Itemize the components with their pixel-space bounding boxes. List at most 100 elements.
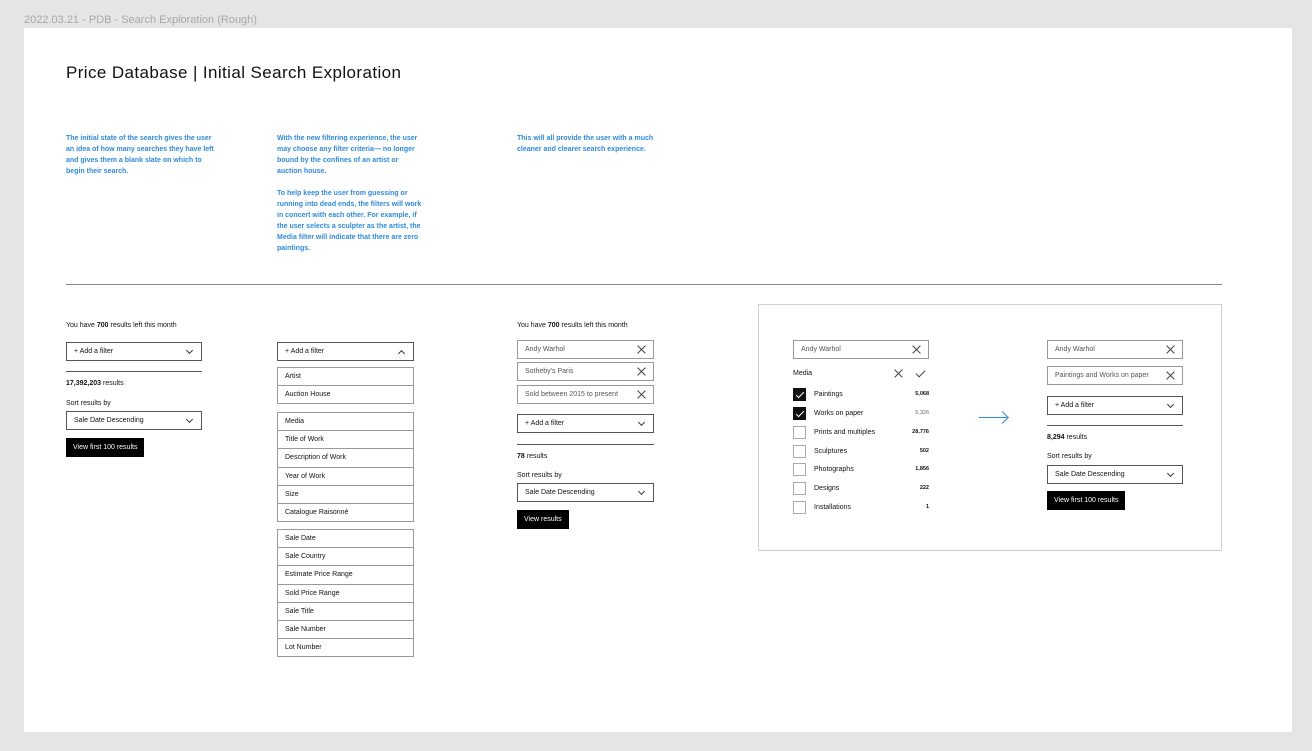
menu-item-lot-number[interactable]: Lot Number — [278, 639, 413, 658]
checkbox[interactable] — [793, 387, 806, 401]
media-option-works-on-paper[interactable]: Works on paper 5,326 — [793, 406, 929, 420]
media-option-count: 5,326 — [915, 410, 929, 416]
menu-item-catalogue-raisonne[interactable]: Catalogue Raisonné — [278, 504, 413, 523]
section-divider — [66, 284, 1222, 285]
add-filter-label: + Add a filter — [1055, 402, 1095, 409]
filter-chip-auction-house[interactable]: Sotheby's Paris — [517, 362, 654, 381]
filter-chip-sale-date[interactable]: Sold between 2015 to present — [517, 385, 654, 404]
results-remaining: You have 700 results left this month — [517, 322, 628, 329]
note-paragraph: This will all provide the user with a mu… — [517, 135, 654, 153]
media-option-paintings[interactable]: Paintings 5,068 — [793, 387, 929, 401]
sort-value: Sale Date Descending — [525, 489, 595, 496]
add-filter-dropdown[interactable]: + Add a filter — [66, 342, 202, 361]
note-paragraph: With the new filtering experience, the u… — [277, 135, 418, 175]
note-paragraph: To help keep the user from guessing or r… — [277, 190, 422, 252]
separator-line — [1047, 425, 1183, 426]
arrow-right-icon — [979, 417, 1007, 418]
checkbox[interactable] — [793, 425, 806, 439]
menu-item-sold-price-range[interactable]: Sold Price Range — [278, 585, 413, 603]
media-option-label: Paintings — [814, 390, 843, 398]
media-option-count: 5,068 — [915, 391, 929, 397]
menu-item-size[interactable]: Size — [278, 486, 413, 504]
chip-label: Andy Warhol — [1055, 346, 1095, 353]
close-icon[interactable] — [637, 367, 646, 376]
media-option-count: 1,856 — [915, 466, 929, 472]
add-filter-label: + Add a filter — [74, 348, 114, 355]
view-results-button[interactable]: View first 100 results — [1047, 491, 1126, 510]
add-filter-dropdown-open[interactable]: + Add a filter — [277, 342, 414, 361]
checkbox[interactable] — [793, 444, 806, 458]
add-filter-label: + Add a filter — [525, 420, 565, 427]
results-count: 17,392,203 results — [66, 380, 124, 387]
chevron-down-icon — [637, 418, 646, 426]
filter-menu-group-sale: Sale Date Sale Country Estimate Price Ra… — [277, 529, 414, 658]
chip-label: Andy Warhol — [801, 346, 841, 353]
note-column-1: The initial state of the search gives th… — [66, 133, 214, 177]
media-option-count: 28,776 — [912, 429, 929, 435]
menu-item-media[interactable]: Media — [278, 413, 413, 432]
checkbox[interactable] — [793, 406, 806, 420]
sort-label: Sort results by — [66, 400, 111, 407]
close-icon[interactable] — [637, 390, 646, 399]
filter-chip-artist[interactable]: Andy Warhol — [793, 340, 929, 359]
media-option-count: 1 — [925, 504, 929, 510]
add-filter-label: + Add a filter — [285, 348, 325, 355]
checkbox[interactable] — [793, 462, 806, 476]
filter-menu-group-primary: Artist Auction House — [277, 367, 414, 405]
chevron-down-icon — [637, 487, 646, 495]
media-option-photographs[interactable]: Photographs 1,856 — [793, 462, 929, 476]
menu-item-sale-title[interactable]: Sale Title — [278, 603, 413, 621]
filter-chip-artist[interactable]: Andy Warhol — [1047, 340, 1183, 359]
close-icon[interactable] — [637, 345, 646, 354]
menu-item-sale-country[interactable]: Sale Country — [278, 548, 413, 567]
menu-item-title-of-work[interactable]: Title of Work — [278, 431, 413, 450]
menu-item-description-of-work[interactable]: Description of Work — [278, 449, 413, 468]
view-results-button[interactable]: View results — [517, 510, 569, 529]
chip-label: Andy Warhol — [525, 346, 565, 353]
add-filter-dropdown[interactable]: + Add a filter — [517, 414, 654, 433]
filter-chip-artist[interactable]: Andy Warhol — [517, 340, 654, 359]
media-option-label: Prints and multiples — [814, 428, 876, 436]
sort-value: Sale Date Descending — [1055, 471, 1125, 478]
menu-item-year-of-work[interactable]: Year of Work — [278, 468, 413, 486]
chip-label: Sotheby's Paris — [525, 368, 574, 375]
chevron-down-icon — [185, 346, 194, 354]
checkbox[interactable] — [793, 481, 806, 495]
separator-line — [66, 371, 202, 372]
chevron-down-icon — [1166, 400, 1175, 408]
menu-item-estimate-price-range[interactable]: Estimate Price Range — [278, 566, 413, 585]
menu-item-sale-date[interactable]: Sale Date — [278, 530, 413, 549]
media-option-count: 222 — [919, 485, 929, 491]
close-icon[interactable] — [912, 345, 921, 354]
results-count: 78 results — [517, 453, 548, 460]
checkbox[interactable] — [793, 500, 806, 514]
menu-item-artist[interactable]: Artist — [278, 368, 413, 387]
sort-dropdown[interactable]: Sale Date Descending — [517, 483, 654, 502]
media-option-prints[interactable]: Prints and multiples 28,776 — [793, 425, 929, 439]
note-paragraph: The initial state of the search gives th… — [66, 135, 214, 175]
add-filter-dropdown[interactable]: + Add a filter — [1047, 396, 1183, 415]
page-title: Price Database | Initial Search Explorat… — [66, 63, 402, 82]
media-option-label: Photographs — [814, 465, 854, 473]
chip-label: Sold between 2015 to present — [525, 391, 619, 398]
media-label: Media — [793, 370, 813, 377]
view-results-button[interactable]: View first 100 results — [66, 438, 145, 457]
media-option-label: Designs — [814, 484, 840, 492]
sort-label: Sort results by — [517, 472, 562, 479]
sort-dropdown[interactable]: Sale Date Descending — [1047, 465, 1183, 484]
close-icon[interactable] — [1166, 345, 1175, 354]
close-icon[interactable] — [1166, 371, 1175, 380]
note-column-2: With the new filtering experience, the u… — [277, 133, 425, 254]
menu-item-auction-house[interactable]: Auction House — [278, 386, 413, 405]
media-option-installations[interactable]: Installations 1 — [793, 500, 929, 514]
filter-chip-media[interactable]: Paintings and Works on paper — [1047, 366, 1183, 385]
note-column-3: This will all provide the user with a mu… — [517, 133, 665, 155]
menu-item-sale-number[interactable]: Sale Number — [278, 621, 413, 640]
sort-dropdown[interactable]: Sale Date Descending — [66, 411, 202, 430]
media-option-label: Sculptures — [814, 447, 848, 455]
separator-line — [517, 444, 654, 445]
results-count: 8,294 results — [1047, 434, 1088, 441]
media-option-designs[interactable]: Designs 222 — [793, 481, 929, 495]
media-option-count: 502 — [919, 448, 929, 454]
media-option-sculptures[interactable]: Sculptures 502 — [793, 444, 929, 458]
